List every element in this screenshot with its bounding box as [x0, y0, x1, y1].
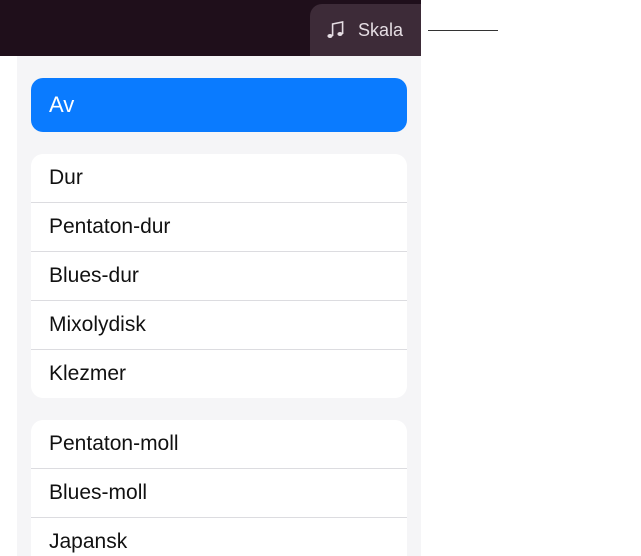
- scale-option-label: Av: [49, 92, 74, 117]
- scale-option-label: Mixolydisk: [49, 313, 146, 336]
- scale-option-label: Japansk: [49, 530, 127, 553]
- scale-option-label: Blues-moll: [49, 481, 147, 504]
- scale-option-label: Pentaton-dur: [49, 215, 170, 238]
- scale-option-label: Dur: [49, 166, 83, 189]
- scale-option[interactable]: Pentaton-dur: [31, 203, 407, 252]
- music-notes-icon: [324, 18, 348, 42]
- app-header: Skala: [0, 0, 421, 56]
- scale-option-label: Pentaton-moll: [49, 432, 179, 455]
- scale-option-off[interactable]: Av: [31, 78, 407, 132]
- scale-option[interactable]: Japansk: [31, 518, 407, 556]
- scale-group-minor: Pentaton-moll Blues-moll Japansk: [31, 420, 407, 556]
- scale-option[interactable]: Blues-moll: [31, 469, 407, 518]
- scale-option[interactable]: Blues-dur: [31, 252, 407, 301]
- scale-button[interactable]: Skala: [310, 4, 421, 56]
- scale-option[interactable]: Mixolydisk: [31, 301, 407, 350]
- scale-option[interactable]: Klezmer: [31, 350, 407, 398]
- scale-popover: Av Dur Pentaton-dur Blues-dur Mixolydisk…: [17, 56, 421, 556]
- scale-group-major: Dur Pentaton-dur Blues-dur Mixolydisk Kl…: [31, 154, 407, 398]
- callout-line: [428, 30, 498, 31]
- scale-option[interactable]: Dur: [31, 154, 407, 203]
- scale-button-label: Skala: [358, 20, 403, 41]
- scale-option-label: Klezmer: [49, 362, 126, 385]
- scale-option-label: Blues-dur: [49, 264, 139, 287]
- scale-option[interactable]: Pentaton-moll: [31, 420, 407, 469]
